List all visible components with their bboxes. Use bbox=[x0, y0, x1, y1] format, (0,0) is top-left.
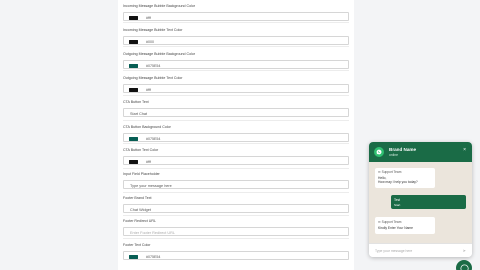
divider bbox=[123, 238, 349, 239]
color-swatch[interactable] bbox=[129, 254, 138, 259]
field-label: CTA Button Background Color bbox=[123, 125, 171, 129]
field-label: CTA Button Text bbox=[123, 100, 149, 104]
color-value: #075E54 bbox=[146, 254, 161, 259]
field-label: Footer Text Color bbox=[123, 243, 151, 247]
divider bbox=[123, 120, 349, 121]
color-value: #fff bbox=[146, 159, 151, 164]
send-icon[interactable]: ➤ bbox=[463, 248, 466, 253]
text-input[interactable]: Type your message here bbox=[123, 180, 349, 189]
input-placeholder: Enter Footer Redirect URL bbox=[130, 230, 175, 235]
close-icon[interactable]: × bbox=[463, 148, 466, 153]
field-label: CTA Button Text Color bbox=[123, 148, 159, 152]
incoming-message: ✉ Support Team Hello, How may I help you… bbox=[375, 168, 435, 188]
color-input[interactable]: #075E54 bbox=[123, 60, 349, 69]
color-swatch[interactable] bbox=[129, 159, 138, 164]
color-swatch[interactable] bbox=[129, 63, 138, 68]
input-value: Chat Widget bbox=[130, 207, 151, 212]
color-swatch[interactable] bbox=[129, 15, 138, 20]
color-input[interactable]: #075E54 bbox=[123, 251, 349, 260]
chat-widget-preview: Brand Name online × ✉ Support Team Hello… bbox=[369, 142, 472, 257]
url-input[interactable]: Enter Footer Redirect URL bbox=[123, 227, 349, 236]
whatsapp-launcher-button[interactable] bbox=[456, 260, 472, 270]
color-swatch[interactable] bbox=[129, 39, 138, 44]
divider bbox=[123, 70, 349, 71]
color-input[interactable]: #fff bbox=[123, 84, 349, 93]
field-label: Outgoing Message Bubble Background Color bbox=[123, 52, 196, 56]
color-value: #fff bbox=[146, 87, 151, 92]
brand-name: Brand Name bbox=[389, 147, 417, 152]
message-line: Kindly Enter Your Name bbox=[378, 225, 414, 230]
color-swatch[interactable] bbox=[129, 136, 138, 141]
color-swatch[interactable] bbox=[129, 87, 138, 92]
color-input[interactable]: #fff bbox=[123, 12, 349, 21]
message-line: How may I help you today? bbox=[378, 180, 418, 184]
field-label: Incoming Message Bubble Background Color bbox=[123, 4, 196, 8]
online-status: online bbox=[389, 153, 399, 157]
message-line: Start bbox=[394, 202, 401, 207]
message-input[interactable]: Type your message here bbox=[375, 249, 412, 253]
whatsapp-icon bbox=[374, 147, 384, 157]
text-input[interactable]: Chat Widget bbox=[123, 204, 349, 213]
text-input[interactable]: Start Chat bbox=[123, 108, 349, 117]
whatsapp-icon bbox=[460, 264, 469, 270]
input-value: Start Chat bbox=[130, 111, 148, 116]
widget-footer: Type your message here ➤ bbox=[369, 243, 472, 257]
widget-header: Brand Name online × bbox=[369, 142, 472, 162]
message-line: Test bbox=[394, 197, 401, 202]
color-input[interactable]: #000 bbox=[123, 36, 349, 45]
divider bbox=[123, 22, 349, 23]
field-label: Footer Brand Text bbox=[123, 196, 152, 200]
color-input[interactable]: #fff bbox=[123, 156, 349, 165]
incoming-message: ✉ Support Team Kindly Enter Your Name bbox=[375, 217, 435, 234]
agent-name: ✉ Support Team bbox=[378, 170, 402, 174]
agent-name: ✉ Support Team bbox=[378, 219, 402, 224]
divider bbox=[123, 215, 349, 216]
field-label: Outgoing Message Bubble Text Color bbox=[123, 76, 183, 80]
divider bbox=[123, 46, 349, 47]
message-line: Hello, bbox=[378, 175, 387, 180]
divider bbox=[123, 168, 349, 169]
field-label: Input Field Placeholder bbox=[123, 172, 160, 176]
divider bbox=[123, 192, 349, 193]
widget-settings-panel: Incoming Message Bubble Background Color… bbox=[118, 0, 354, 270]
chat-messages: ✉ Support Team Hello, How may I help you… bbox=[369, 162, 472, 243]
outgoing-message: Test Start bbox=[391, 195, 466, 209]
divider bbox=[123, 95, 349, 96]
field-label: Incoming Message Bubble Text Color bbox=[123, 28, 183, 32]
divider bbox=[123, 143, 349, 144]
color-value: #fff bbox=[146, 15, 151, 20]
input-value: Type your message here bbox=[130, 183, 172, 188]
color-value: #000 bbox=[146, 39, 154, 44]
color-value: #075E54 bbox=[146, 63, 161, 68]
color-input[interactable]: #075E54 bbox=[123, 133, 349, 142]
field-label: Footer Redirect URL bbox=[123, 219, 156, 223]
color-value: #075E54 bbox=[146, 136, 161, 141]
